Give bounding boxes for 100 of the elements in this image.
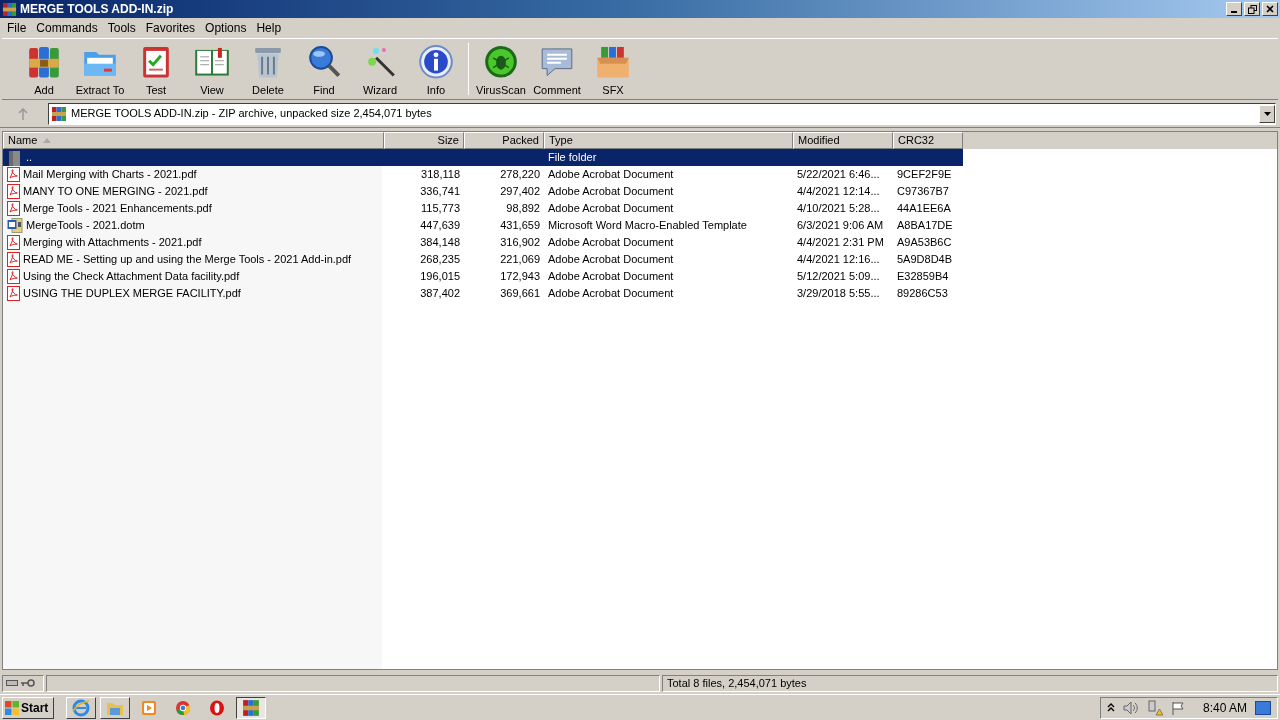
- file-row[interactable]: READ ME - Setting up and using the Merge Tools - 2021 Add-in.pdf 268,235 221,069 Adobe Acrobat Document 4/4/2021 12:16... 5A9D8D4B: [3, 251, 963, 268]
- menu-item[interactable]: Help: [251, 19, 287, 37]
- table-cell-text: Adobe Acrobat Document: [548, 252, 674, 268]
- restore-button[interactable]: [1244, 2, 1260, 16]
- table-cell-text: Adobe Acrobat Document: [548, 269, 674, 285]
- toolbar-button[interactable]: Add: [16, 40, 72, 98]
- menu-item[interactable]: File: [2, 19, 32, 37]
- menu-item[interactable]: Commands: [31, 19, 103, 37]
- table-cell-text: MANY TO ONE MERGING - 2021.pdf: [23, 184, 208, 200]
- address-field[interactable]: MERGE TOOLS ADD-IN.zip - ZIP archive, unpacked size 2,454,071 bytes: [48, 102, 1276, 125]
- file-row[interactable]: Merging with Attachments - 2021.pdf 384,148 316,902 Adobe Acrobat Document 4/4/2021 2:31 PM A9A53B6C: [3, 234, 963, 251]
- toolbar-button[interactable]: VirusScan: [473, 40, 529, 98]
- table-cell-text: 316,902: [500, 235, 540, 251]
- table-cell-text: 4/10/2021 5:28...: [797, 201, 880, 217]
- table-cell-text: Adobe Acrobat Document: [548, 184, 674, 200]
- archive-books-icon: [26, 44, 62, 80]
- toolbar-button[interactable]: Wizard: [352, 40, 408, 98]
- toolbar-button[interactable]: Test: [128, 40, 184, 98]
- pdf-file-icon: [7, 201, 20, 216]
- table-cell-text: 196,015: [420, 269, 460, 285]
- column-header[interactable]: Size: [384, 132, 464, 149]
- toolbar-button[interactable]: SFX: [585, 40, 641, 98]
- file-row[interactable]: USING THE DUPLEX MERGE FACILITY.pdf 387,402 369,661 Adobe Acrobat Document 3/29/2018 5:55... 89286C53: [3, 285, 963, 302]
- status-text: Total 8 files, 2,454,071 bytes: [667, 675, 807, 691]
- file-row[interactable]: .. File folder: [3, 149, 963, 166]
- table-cell-text: 336,741: [420, 184, 460, 200]
- file-row[interactable]: MANY TO ONE MERGING - 2021.pdf 336,741 297,402 Adobe Acrobat Document 4/4/2021 12:14... C97367B7: [3, 183, 963, 200]
- table-cell-text: 268,235: [420, 252, 460, 268]
- table-cell-text: 5/22/2021 6:46...: [797, 167, 880, 183]
- file-row[interactable]: Merge Tools - 2021 Enhancements.pdf 115,773 98,892 Adobe Acrobat Document 4/10/2021 5:28... 44A1EE6A: [3, 200, 963, 217]
- column-header[interactable]: Name: [3, 132, 384, 149]
- close-icon: [1266, 5, 1274, 13]
- table-cell-text: Merging with Attachments - 2021.pdf: [23, 235, 202, 251]
- address-text: MERGE TOOLS ADD-IN.zip - ZIP archive, unpacked size 2,454,071 bytes: [71, 106, 432, 122]
- table-cell-text: 447,639: [420, 218, 460, 234]
- table-cell-text: 89286C53: [897, 286, 948, 302]
- toolbar-button[interactable]: View: [184, 40, 240, 98]
- file-row[interactable]: MergeTools - 2021.dotm 447,639 431,659 Microsoft Word Macro-Enabled Template 6/3/2021 9:06 AM A8BA17DE: [3, 217, 963, 234]
- table-cell-text: 9CEF2F9E: [897, 167, 952, 183]
- box-books-icon: [595, 44, 631, 80]
- window-title: MERGE TOOLS ADD-IN.zip: [20, 1, 174, 18]
- search-icon: [306, 44, 342, 80]
- table-cell-text: 172,943: [500, 269, 540, 285]
- column-header[interactable]: CRC32: [893, 132, 963, 149]
- dropdown-button[interactable]: [1259, 104, 1275, 123]
- toolbar-button[interactable]: Find: [296, 40, 352, 98]
- show-desktop-button[interactable]: [1255, 700, 1271, 715]
- column-header[interactable]: Type: [544, 132, 793, 149]
- table-cell-text: C97367B7: [897, 184, 949, 200]
- restore-icon: [1247, 4, 1257, 14]
- close-button[interactable]: [1262, 2, 1278, 16]
- pdf-file-icon: [7, 269, 20, 284]
- column-header[interactable]: Packed: [464, 132, 544, 149]
- table-cell-text: Adobe Acrobat Document: [548, 235, 674, 251]
- table-cell-text: 369,661: [500, 286, 540, 302]
- table-cell-text: Merge Tools - 2021 Enhancements.pdf: [23, 201, 212, 217]
- minimize-icon: [1231, 11, 1237, 13]
- sort-ascending-icon: [43, 138, 52, 143]
- menu-item[interactable]: Tools: [102, 19, 141, 37]
- toolbar-button[interactable]: Info: [408, 40, 464, 98]
- table-cell-text: Using the Check Attachment Data facility.pdf: [23, 269, 240, 285]
- pdf-file-icon: [7, 235, 20, 250]
- table-cell-text: Adobe Acrobat Document: [548, 167, 674, 183]
- table-cell-text: 221,069: [500, 252, 540, 268]
- table-cell-text: 384,148: [420, 235, 460, 251]
- table-cell-text: ..: [26, 150, 33, 166]
- pdf-file-icon: [7, 184, 20, 199]
- toolbar-button[interactable]: Extract To: [72, 40, 128, 98]
- play-icon: [141, 699, 157, 716]
- key-icon: [21, 679, 35, 687]
- windows-logo-icon: [5, 700, 19, 715]
- table-cell-text: 6/3/2021 9:06 AM: [797, 218, 884, 234]
- table-cell-text: 4/4/2021 12:14...: [797, 184, 880, 200]
- table-cell-text: 318,118: [421, 167, 460, 183]
- menu-item[interactable]: Favorites: [140, 19, 201, 37]
- caret-icon: [1263, 111, 1271, 116]
- clock: 8:40 AM: [1202, 699, 1247, 717]
- table-cell-text: E32859B4: [897, 269, 949, 285]
- taskbar-button[interactable]: [236, 696, 266, 719]
- file-row[interactable]: Using the Check Attachment Data facility.pdf 196,015 172,943 Adobe Acrobat Document 5/12/2021 5:09... E32859B4: [3, 268, 963, 285]
- pdf-file-icon: [7, 252, 20, 267]
- menu-item[interactable]: Options: [200, 19, 252, 37]
- archive-icon: [51, 105, 67, 122]
- table-cell-text: Mail Merging with Charts - 2021.pdf: [23, 167, 197, 183]
- column-header[interactable]: Modified: [793, 132, 893, 149]
- table-cell-text: 387,402: [420, 286, 460, 302]
- pdf-file-icon: [7, 286, 20, 301]
- up-arrow-icon: [18, 107, 28, 120]
- minimize-button[interactable]: [1226, 2, 1242, 16]
- table-cell-text: 297,402: [500, 184, 540, 200]
- file-row[interactable]: Mail Merging with Charts - 2021.pdf 318,118 278,220 Adobe Acrobat Document 5/22/2021 6:46... 9CEF2F9E: [3, 166, 963, 183]
- table-cell-text: READ ME - Setting up and using the Merge Tools - 2021 Add-in.pdf: [23, 252, 352, 268]
- toolbar-button[interactable]: Delete: [240, 40, 296, 98]
- bug-scanner-icon: [483, 44, 519, 80]
- start-button[interactable]: Start: [2, 696, 54, 719]
- table-cell-text: Microsoft Word Macro-Enabled Template: [548, 218, 747, 234]
- drive-icon: [6, 680, 18, 686]
- opera-icon: [209, 699, 225, 716]
- toolbar-button[interactable]: Comment: [529, 40, 585, 98]
- table-cell-text: 115,773: [421, 201, 460, 217]
